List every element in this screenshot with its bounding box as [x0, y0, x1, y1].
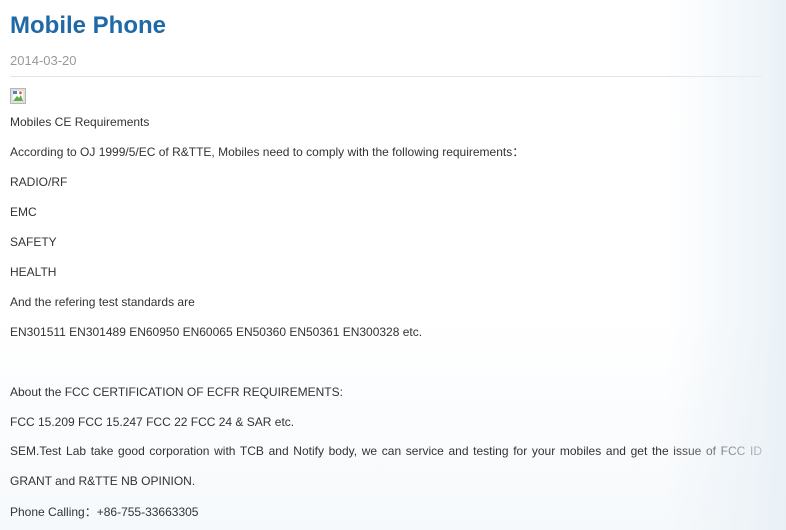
- body-line-en-standards: EN301511 EN301489 EN60950 EN60065 EN5036…: [10, 325, 423, 339]
- article-page: Mobile Phone 2014-03-20 Mobiles CE Requi…: [0, 0, 786, 530]
- broken-image-icon: [10, 88, 26, 104]
- article-date: 2014-03-20: [10, 53, 77, 68]
- body-line-radio-rf: RADIO/RF: [10, 175, 68, 189]
- body-line-phone: Phone Calling：+86-755-33663305: [10, 505, 199, 519]
- body-line-safety: SAFETY: [10, 235, 57, 249]
- body-line-test-standards-intro: And the refering test standards are: [10, 295, 195, 309]
- article-title: Mobile Phone: [10, 12, 166, 39]
- body-line-oj-requirements: According to OJ 1999/5/EC of R&TTE, Mobi…: [10, 145, 525, 159]
- body-line-fcc-certification: About the FCC CERTIFICATION OF ECFR REQU…: [10, 385, 343, 399]
- body-paragraph-service: SEM.Test Lab take good corporation with …: [10, 444, 762, 488]
- body-line-emc: EMC: [10, 205, 37, 219]
- body-line-health: HEALTH: [10, 265, 57, 279]
- body-line-ce-requirements: Mobiles CE Requirements: [10, 115, 150, 129]
- body-line-fcc-standards: FCC 15.209 FCC 15.247 FCC 22 FCC 24 & SA…: [10, 415, 295, 429]
- title-divider: [10, 76, 762, 77]
